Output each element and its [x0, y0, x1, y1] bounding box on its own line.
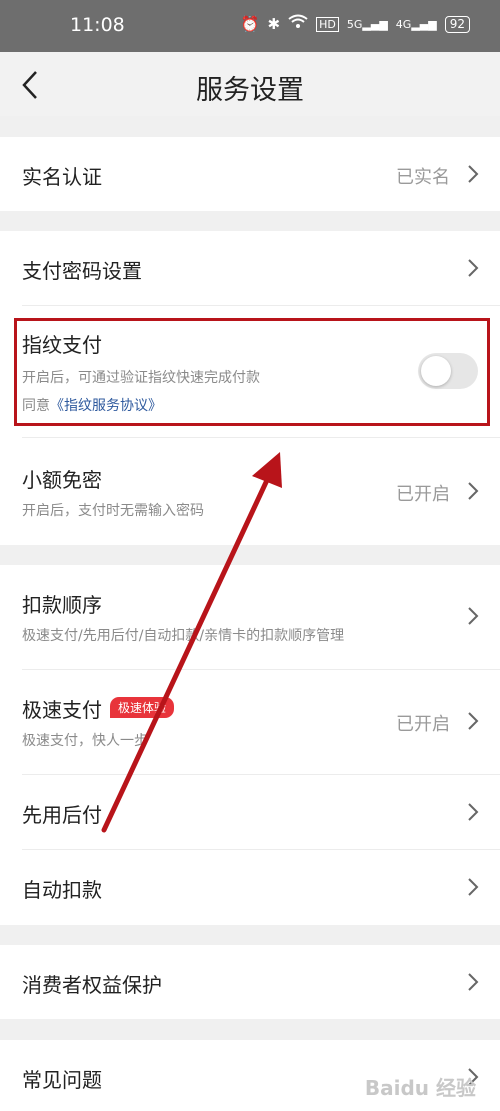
- fast-pay-value: 已开启: [396, 714, 450, 735]
- row-auto-deduct[interactable]: 自动扣款: [0, 850, 500, 924]
- row-fast-pay[interactable]: 极速支付 极速支付，快人一步 已开启: [0, 670, 500, 774]
- chevron-right-icon: [468, 165, 479, 183]
- small-free-label: 小额免密: [22, 468, 102, 492]
- fingerprint-description: 开启后，可通过验证指纹快速完成付款: [22, 370, 260, 386]
- auto-deduct-label: 自动扣款: [22, 878, 102, 902]
- small-free-value: 已开启: [396, 484, 450, 505]
- real-name-value: 已实名: [396, 167, 450, 188]
- row-real-name[interactable]: 实名认证 已实名: [0, 137, 500, 211]
- toggle-knob: [421, 356, 451, 386]
- page-title: 服务设置: [196, 75, 304, 106]
- watermark: Baidu 经验: [364, 1076, 476, 1100]
- fingerprint-label: 指纹支付: [22, 333, 102, 357]
- faq-label: 常见问题: [22, 1068, 102, 1092]
- signal-5g-label: 5G: [346, 17, 363, 31]
- pay-password-label: 支付密码设置: [22, 259, 142, 283]
- row-deduct-order[interactable]: 扣款顺序 极速支付/先用后付/自动扣款/亲情卡的扣款顺序管理: [0, 565, 500, 669]
- wifi-icon: [288, 14, 308, 34]
- chevron-right-icon: [468, 259, 479, 277]
- chevron-right-icon: [468, 712, 479, 730]
- bluetooth-icon: ✱: [267, 15, 281, 33]
- fingerprint-agreement-link[interactable]: 《指纹服务协议》: [50, 398, 162, 414]
- real-name-label: 实名认证: [22, 165, 102, 189]
- signal-4g-label: 4G: [395, 17, 412, 31]
- hd-icon: HD: [316, 16, 339, 32]
- fast-pay-label: 极速支付: [22, 698, 102, 722]
- status-bar: 11:08 ⏰ ✱ HD 5G▂▄▆ 4G▂▄▆ 92: [0, 0, 500, 52]
- status-icons: ⏰ ✱ HD 5G▂▄▆ 4G▂▄▆ 92: [241, 14, 470, 34]
- fast-pay-description: 极速支付，快人一步: [22, 733, 148, 749]
- fast-pay-badge: 极速体验: [110, 697, 175, 718]
- alarm-icon: ⏰: [240, 15, 260, 33]
- fingerprint-agreement: 同意《指纹服务协议》: [22, 395, 162, 415]
- status-time: 11:08: [70, 14, 125, 36]
- row-pay-password[interactable]: 支付密码设置: [0, 231, 500, 305]
- chevron-right-icon: [468, 607, 479, 625]
- signal-5g-icon: 5G▂▄▆: [346, 17, 388, 31]
- deduct-order-label: 扣款顺序: [22, 593, 102, 617]
- title-bar: 服务设置: [0, 52, 500, 116]
- deduct-order-description: 极速支付/先用后付/自动扣款/亲情卡的扣款顺序管理: [22, 628, 345, 644]
- row-consumer-rights[interactable]: 消费者权益保护: [0, 945, 500, 1019]
- fingerprint-toggle[interactable]: [418, 353, 478, 389]
- chevron-right-icon: [468, 973, 479, 991]
- small-free-description: 开启后，支付时无需输入密码: [22, 503, 204, 519]
- agree-prefix: 同意: [22, 398, 50, 414]
- row-pay-later[interactable]: 先用后付: [0, 775, 500, 849]
- chevron-right-icon: [468, 482, 479, 500]
- battery-icon: 92: [444, 15, 470, 33]
- row-small-free[interactable]: 小额免密 开启后，支付时无需输入密码 已开启: [0, 438, 500, 544]
- chevron-right-icon: [468, 803, 479, 821]
- signal-4g-icon: 4G▂▄▆: [395, 17, 437, 31]
- consumer-rights-label: 消费者权益保护: [22, 973, 162, 997]
- pay-later-label: 先用后付: [22, 803, 102, 827]
- chevron-right-icon: [468, 878, 479, 896]
